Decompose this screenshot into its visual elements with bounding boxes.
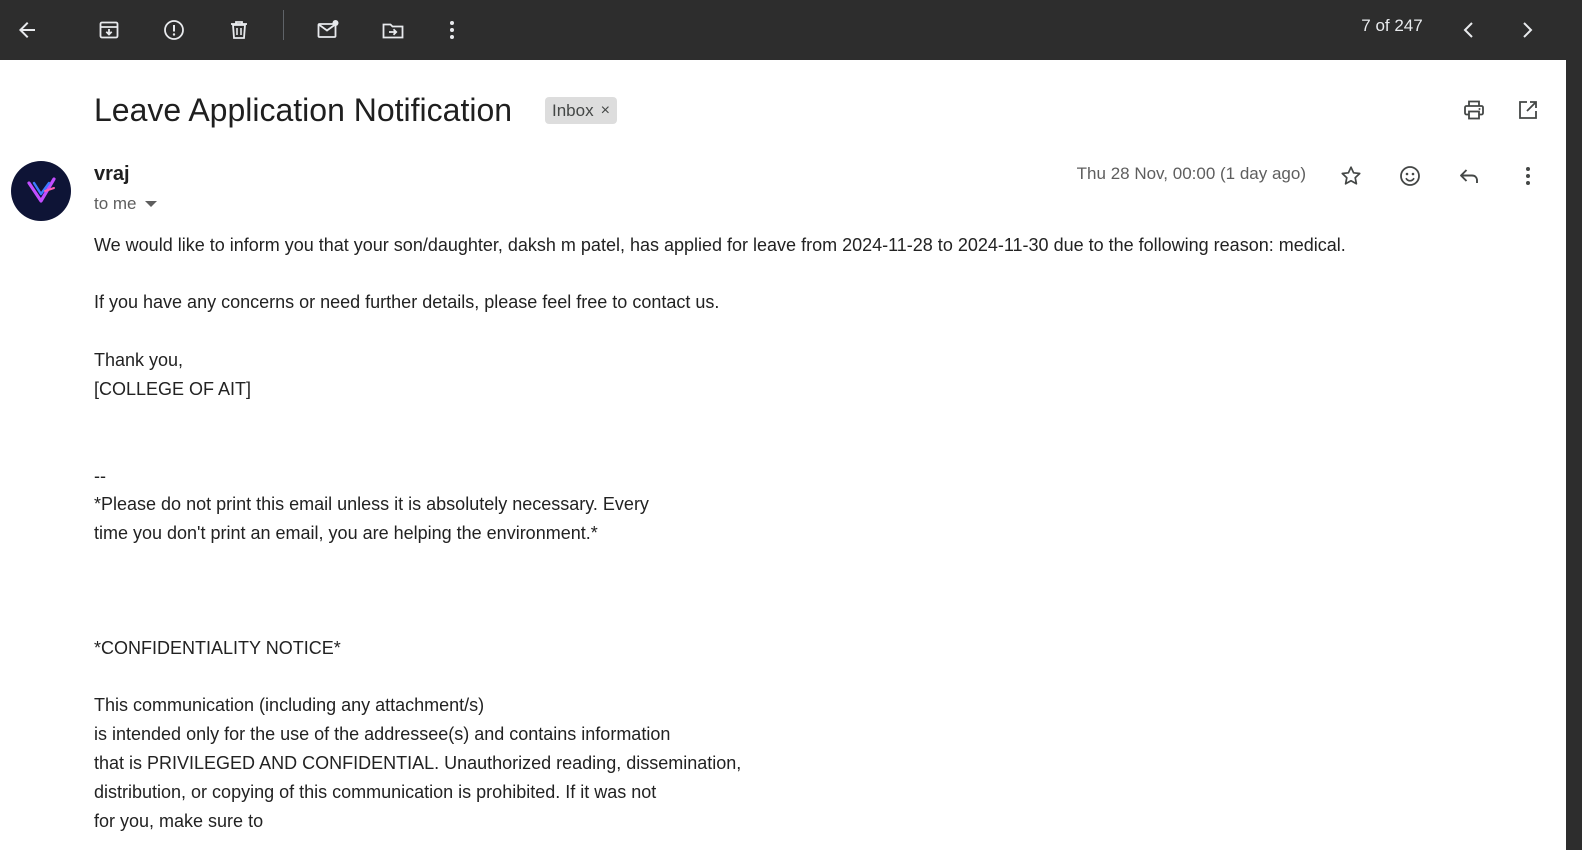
recipient-details[interactable]: to me [94, 194, 157, 214]
organization-name: [COLLEGE OF AIT] [94, 379, 252, 399]
open-in-new-window-button[interactable] [1508, 90, 1548, 130]
reply-icon [1460, 169, 1478, 183]
confidentiality-line-2: is intended only for the use of the addr… [94, 724, 671, 744]
more-vert-icon [1526, 167, 1530, 185]
confidentiality-line-4: distribution, or copying of this communi… [94, 782, 657, 802]
print-all-button[interactable] [1454, 90, 1494, 130]
chevron-down-icon[interactable] [144, 201, 157, 207]
confidentiality-title: *CONFIDENTIALITY NOTICE* [94, 638, 341, 658]
trash-icon [231, 21, 247, 39]
move-to-folder-icon [382, 23, 404, 39]
label-text: Inbox [552, 100, 594, 120]
confidentiality-line-1: This communication (including any attach… [94, 695, 485, 715]
report-spam-button[interactable] [150, 6, 198, 54]
back-button[interactable] [3, 6, 51, 54]
print-icon [1464, 100, 1484, 120]
archive-button[interactable] [85, 6, 133, 54]
environment-note-line-2: time you don't print an email, you are h… [94, 523, 598, 543]
reply-button[interactable] [1449, 156, 1489, 196]
report-spam-icon [164, 20, 184, 40]
chevron-right-icon [1523, 22, 1533, 38]
remove-label-button[interactable]: × [601, 102, 610, 120]
mark-unread-icon [317, 20, 339, 38]
confidentiality-line-3: that is PRIVILEGED AND CONFIDENTIAL. Una… [94, 753, 742, 773]
sender-name[interactable]: vraj [94, 163, 130, 186]
email-toolbar: 7 of 247 [0, 0, 1582, 60]
open-in-new-icon [1519, 101, 1537, 119]
delete-button[interactable] [215, 6, 263, 54]
pagination-count: 7 of 247 [1361, 16, 1423, 35]
add-reaction-button[interactable] [1390, 156, 1430, 196]
arrow-back-icon [19, 22, 35, 38]
star-button[interactable] [1331, 156, 1371, 196]
chevron-left-icon [1463, 22, 1473, 38]
emoji-reaction-icon [1400, 166, 1420, 186]
more-actions-button[interactable] [428, 6, 476, 54]
archive-icon [99, 21, 119, 39]
older-email-button[interactable] [1503, 6, 1551, 54]
recipient-text: to me [94, 194, 137, 213]
move-to-button[interactable] [369, 6, 417, 54]
mark-unread-button[interactable] [304, 6, 352, 54]
scrollbar-track[interactable] [1566, 60, 1582, 850]
email-date: Thu 28 Nov, 00:00 (1 day ago) [1076, 164, 1306, 183]
message-more-button[interactable] [1508, 156, 1548, 196]
newer-email-button[interactable] [1445, 6, 1493, 54]
sender-avatar[interactable] [11, 161, 71, 221]
toolbar-separator [283, 10, 284, 40]
body-paragraph-2: If you have any concerns or need further… [94, 292, 720, 312]
signature-separator: -- [94, 466, 106, 486]
sender-logo-icon [27, 177, 56, 203]
more-vert-icon [450, 21, 454, 39]
email-subject: Leave Application Notification [94, 92, 513, 128]
environment-note-line-1: *Please do not print this email unless i… [94, 494, 649, 514]
body-paragraph-1: We would like to inform you that your so… [94, 235, 1346, 255]
inbox-label-chip[interactable]: Inbox × [545, 97, 617, 124]
star-icon [1341, 166, 1361, 185]
confidentiality-line-5: for you, make sure to [94, 811, 264, 831]
closing-text: Thank you, [94, 350, 184, 370]
